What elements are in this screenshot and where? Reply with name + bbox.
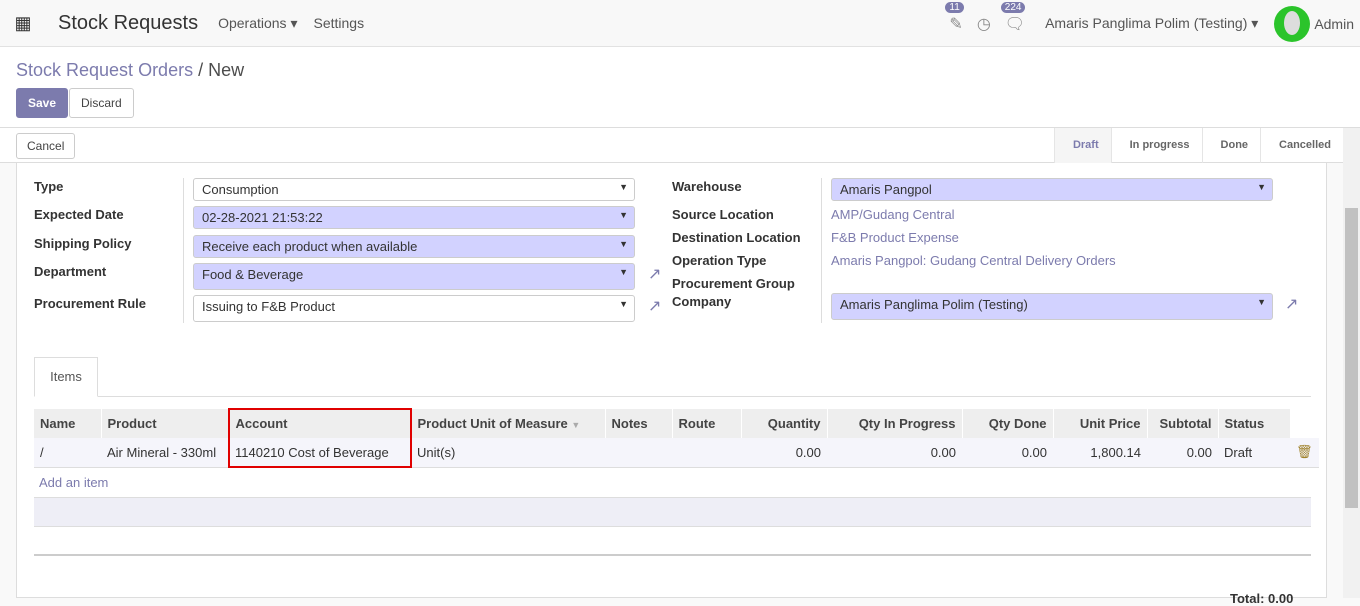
col-route[interactable]: Route bbox=[672, 409, 742, 438]
messages-icon[interactable]: 🗨 224 bbox=[1000, 1, 1026, 34]
cell-qty-done: 0.00 bbox=[962, 438, 1053, 468]
cell-product: Air Mineral - 330ml bbox=[101, 438, 229, 468]
user-menu[interactable]: Admin bbox=[1314, 16, 1354, 32]
breadcrumb-current: New bbox=[208, 60, 245, 80]
company-switcher[interactable]: Amaris Panglima Polim (Testing) ▾ bbox=[1045, 15, 1258, 32]
cell-qty-in-progress: 0.00 bbox=[827, 438, 962, 468]
breadcrumb: Stock Request Orders / New bbox=[16, 60, 245, 80]
cell-status: Draft bbox=[1218, 438, 1290, 468]
company-input[interactable]: Amaris Panglima Polim (Testing) ▼ bbox=[831, 293, 1273, 320]
external-link-icon[interactable]: ↗ bbox=[648, 296, 661, 316]
discard-button[interactable]: Discard bbox=[69, 88, 134, 118]
company-label: Company bbox=[672, 294, 732, 309]
table-row[interactable]: / Air Mineral - 330ml 1140210 Cost of Be… bbox=[34, 438, 1319, 468]
apps-menu-icon[interactable]: ▦ bbox=[0, 13, 46, 34]
destination-location-label: Destination Location bbox=[672, 230, 801, 245]
type-select[interactable]: Consumption ▼ bbox=[193, 178, 635, 201]
total-value: 0.00 bbox=[1268, 591, 1294, 606]
cell-subtotal: 0.00 bbox=[1147, 438, 1218, 468]
col-notes[interactable]: Notes bbox=[605, 409, 673, 438]
external-link-icon[interactable]: ↗ bbox=[1285, 294, 1298, 314]
source-location-link[interactable]: AMP/Gudang Central bbox=[831, 207, 955, 222]
col-name[interactable]: Name bbox=[34, 409, 102, 438]
procurement-rule-input[interactable]: Issuing to F&B Product ▼ bbox=[193, 295, 635, 322]
type-label: Type bbox=[34, 179, 64, 194]
scrollbar[interactable] bbox=[1343, 128, 1360, 598]
activity-badge: 11 bbox=[945, 1, 964, 13]
stage-in-progress[interactable]: In progress bbox=[1110, 128, 1202, 163]
col-qty-in-progress[interactable]: Qty In Progress bbox=[827, 409, 963, 438]
cell-quantity: 0.00 bbox=[741, 438, 827, 468]
add-item-link[interactable]: Add an item bbox=[39, 475, 108, 490]
procurement-rule-label: Procurement Rule bbox=[34, 296, 146, 311]
col-unit-price[interactable]: Unit Price bbox=[1053, 409, 1148, 438]
expected-date-input[interactable]: 02-28-2021 21:53:22 ▼ bbox=[193, 206, 635, 229]
control-panel: Stock Request Orders / New Save Discard bbox=[0, 47, 1360, 128]
trash-icon[interactable]: 🗑 bbox=[1290, 438, 1319, 468]
source-location-label: Source Location bbox=[672, 207, 774, 222]
col-subtotal[interactable]: Subtotal bbox=[1147, 409, 1219, 438]
col-status[interactable]: Status bbox=[1218, 409, 1291, 438]
stage-done[interactable]: Done bbox=[1201, 128, 1261, 163]
save-button[interactable]: Save bbox=[16, 88, 69, 118]
menu-settings[interactable]: Settings bbox=[313, 15, 364, 31]
cell-route bbox=[672, 438, 741, 468]
col-uom[interactable]: Product Unit of Measure ▼ bbox=[411, 409, 606, 438]
col-quantity[interactable]: Quantity bbox=[741, 409, 828, 438]
cancel-button[interactable]: Cancel bbox=[16, 133, 76, 159]
avatar[interactable] bbox=[1274, 5, 1311, 42]
warehouse-label: Warehouse bbox=[672, 179, 742, 194]
stage-cancelled[interactable]: Cancelled bbox=[1260, 128, 1343, 163]
app-title: Stock Requests bbox=[58, 11, 199, 34]
warehouse-select[interactable]: Amaris Pangpol ▼ bbox=[831, 178, 1273, 201]
department-label: Department bbox=[34, 264, 107, 279]
breadcrumb-parent[interactable]: Stock Request Orders bbox=[16, 60, 193, 80]
top-navbar: ▦ Stock Requests Operations ▾ Settings ✎… bbox=[0, 0, 1360, 47]
account-column-highlight bbox=[228, 408, 412, 468]
cell-notes bbox=[605, 438, 672, 468]
status-bar: Cancel Draft In progress Done Cancelled bbox=[0, 128, 1343, 163]
cell-unit-price: 1,800.14 bbox=[1053, 438, 1147, 468]
department-input[interactable]: Food & Beverage ▼ bbox=[193, 263, 635, 290]
total-label: Total: bbox=[1230, 591, 1265, 606]
shipping-policy-label: Shipping Policy bbox=[34, 236, 132, 251]
external-link-icon[interactable]: ↗ bbox=[648, 264, 661, 284]
operation-type-link[interactable]: Amaris Pangpol: Gudang Central Delivery … bbox=[831, 253, 1116, 268]
cell-uom: Unit(s) bbox=[411, 438, 605, 468]
procurement-group-label: Procurement Group bbox=[672, 276, 795, 291]
clock-icon[interactable]: ◷ bbox=[977, 14, 991, 34]
shipping-policy-select[interactable]: Receive each product when available ▼ bbox=[193, 235, 635, 258]
messages-badge: 224 bbox=[1000, 1, 1026, 13]
menu-operations[interactable]: Operations ▾ bbox=[218, 15, 297, 32]
destination-location-link[interactable]: F&B Product Expense bbox=[831, 230, 959, 245]
activity-icon[interactable]: ✎ 11 bbox=[945, 1, 964, 34]
expected-date-label: Expected Date bbox=[34, 207, 124, 222]
tab-items[interactable]: Items bbox=[34, 357, 98, 397]
items-table: Name Product Account Product Unit of Mea… bbox=[34, 409, 1320, 468]
operation-type-label: Operation Type bbox=[672, 253, 767, 268]
col-qty-done[interactable]: Qty Done bbox=[962, 409, 1054, 438]
stage-draft[interactable]: Draft bbox=[1053, 128, 1111, 163]
cell-name: / bbox=[34, 438, 101, 468]
col-product[interactable]: Product bbox=[101, 409, 230, 438]
form-sheet: Type Consumption ▼ Expected Date 02-28-20… bbox=[16, 163, 1327, 606]
